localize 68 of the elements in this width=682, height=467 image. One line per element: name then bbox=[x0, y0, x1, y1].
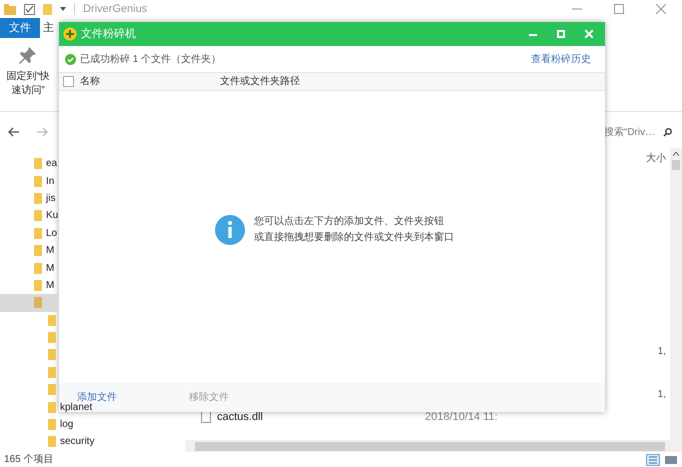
success-check-icon bbox=[65, 54, 76, 64]
tree-item[interactable]: M bbox=[46, 278, 54, 293]
hint-text: 或直接拖拽想要删除的文件或文件夹到本窗口 bbox=[254, 230, 454, 245]
folder-icon bbox=[48, 436, 56, 448]
horizontal-scrollbar[interactable] bbox=[185, 440, 682, 452]
caret-icon[interactable] bbox=[60, 7, 66, 11]
shredder-logo-icon bbox=[63, 27, 77, 41]
search-icon bbox=[663, 128, 672, 136]
tree-item[interactable]: M bbox=[46, 243, 54, 258]
folder-icon bbox=[48, 332, 56, 344]
ribbon-tab[interactable]: 主 bbox=[40, 18, 57, 38]
folder-icon bbox=[48, 419, 56, 430]
tree-item[interactable]: jis bbox=[46, 190, 56, 206]
size-cell-text: 1, bbox=[658, 388, 666, 402]
tree-item[interactable]: Lo bbox=[46, 226, 58, 241]
tree-item[interactable]: ea bbox=[46, 156, 58, 172]
scroll-up-icon[interactable] bbox=[673, 152, 679, 156]
history-link[interactable]: 查看粉碎历史 bbox=[531, 52, 591, 66]
tree-item[interactable]: Ku bbox=[46, 208, 58, 224]
status-text: 165 个项目 bbox=[4, 453, 54, 467]
folder-icon bbox=[48, 366, 56, 378]
folder-icon bbox=[34, 158, 42, 170]
column-header[interactable]: 文件或文件夹路径 bbox=[220, 74, 300, 89]
dialog-title: 文件粉碎机 bbox=[81, 26, 136, 42]
file-date: 2018/10/14 11: bbox=[425, 410, 498, 425]
details-view-icon[interactable] bbox=[646, 454, 660, 466]
back-arrow-icon[interactable] bbox=[8, 127, 20, 137]
column-header[interactable]: 大小 bbox=[646, 150, 666, 166]
folder-icon bbox=[48, 402, 56, 413]
status-message: 已成功粉碎 1 个文件（文件夹） bbox=[80, 52, 222, 66]
tree-item[interactable] bbox=[0, 294, 59, 312]
ribbon-tab[interactable]: 文件 bbox=[0, 18, 40, 38]
folder-icon bbox=[34, 228, 42, 239]
open-folder-icon bbox=[34, 297, 42, 308]
checkbox-icon[interactable] bbox=[24, 4, 35, 14]
window-title: DriverGenius bbox=[83, 2, 148, 17]
tree-item[interactable]: log bbox=[60, 417, 74, 432]
footer-button[interactable]: 添加文件 bbox=[77, 390, 117, 405]
hint-text: 您可以点击左下方的添加文件、文件夹按钮 bbox=[254, 214, 445, 229]
folder-icon bbox=[34, 192, 42, 204]
search-field[interactable]: 搜索“Driv… bbox=[604, 122, 682, 142]
scrollbar-thumb[interactable] bbox=[672, 160, 680, 170]
file-name[interactable]: cactus.dll bbox=[217, 408, 425, 426]
folder-icon bbox=[34, 210, 42, 222]
forward-arrow-icon[interactable] bbox=[36, 127, 48, 137]
folder-icon[interactable] bbox=[4, 4, 16, 14]
scrollbar-thumb[interactable] bbox=[195, 442, 665, 450]
folder-icon bbox=[34, 245, 42, 256]
tree-item[interactable]: M bbox=[46, 260, 54, 276]
folder-icon bbox=[34, 176, 42, 187]
pin-icon bbox=[19, 46, 37, 66]
close-icon[interactable] bbox=[656, 4, 666, 14]
folder-icon bbox=[34, 262, 42, 274]
column-header[interactable]: 名称 bbox=[80, 74, 220, 89]
tree-item[interactable]: security bbox=[60, 434, 94, 450]
folder-icon bbox=[48, 349, 56, 360]
folder-icon[interactable] bbox=[43, 4, 52, 14]
scrollbar[interactable] bbox=[670, 148, 682, 440]
tree-item[interactable]: In bbox=[46, 174, 54, 189]
folder-icon bbox=[48, 314, 56, 326]
maximize-icon[interactable] bbox=[614, 4, 624, 14]
folder-icon bbox=[34, 280, 42, 291]
info-icon bbox=[215, 215, 245, 245]
size-cell-text: 1, bbox=[658, 345, 666, 359]
select-all-checkbox[interactable] bbox=[63, 76, 74, 87]
thumbnail-view-icon[interactable] bbox=[664, 454, 678, 466]
folder-icon bbox=[48, 384, 56, 396]
pin-button[interactable]: 固定到“快速访问” bbox=[4, 46, 52, 111]
